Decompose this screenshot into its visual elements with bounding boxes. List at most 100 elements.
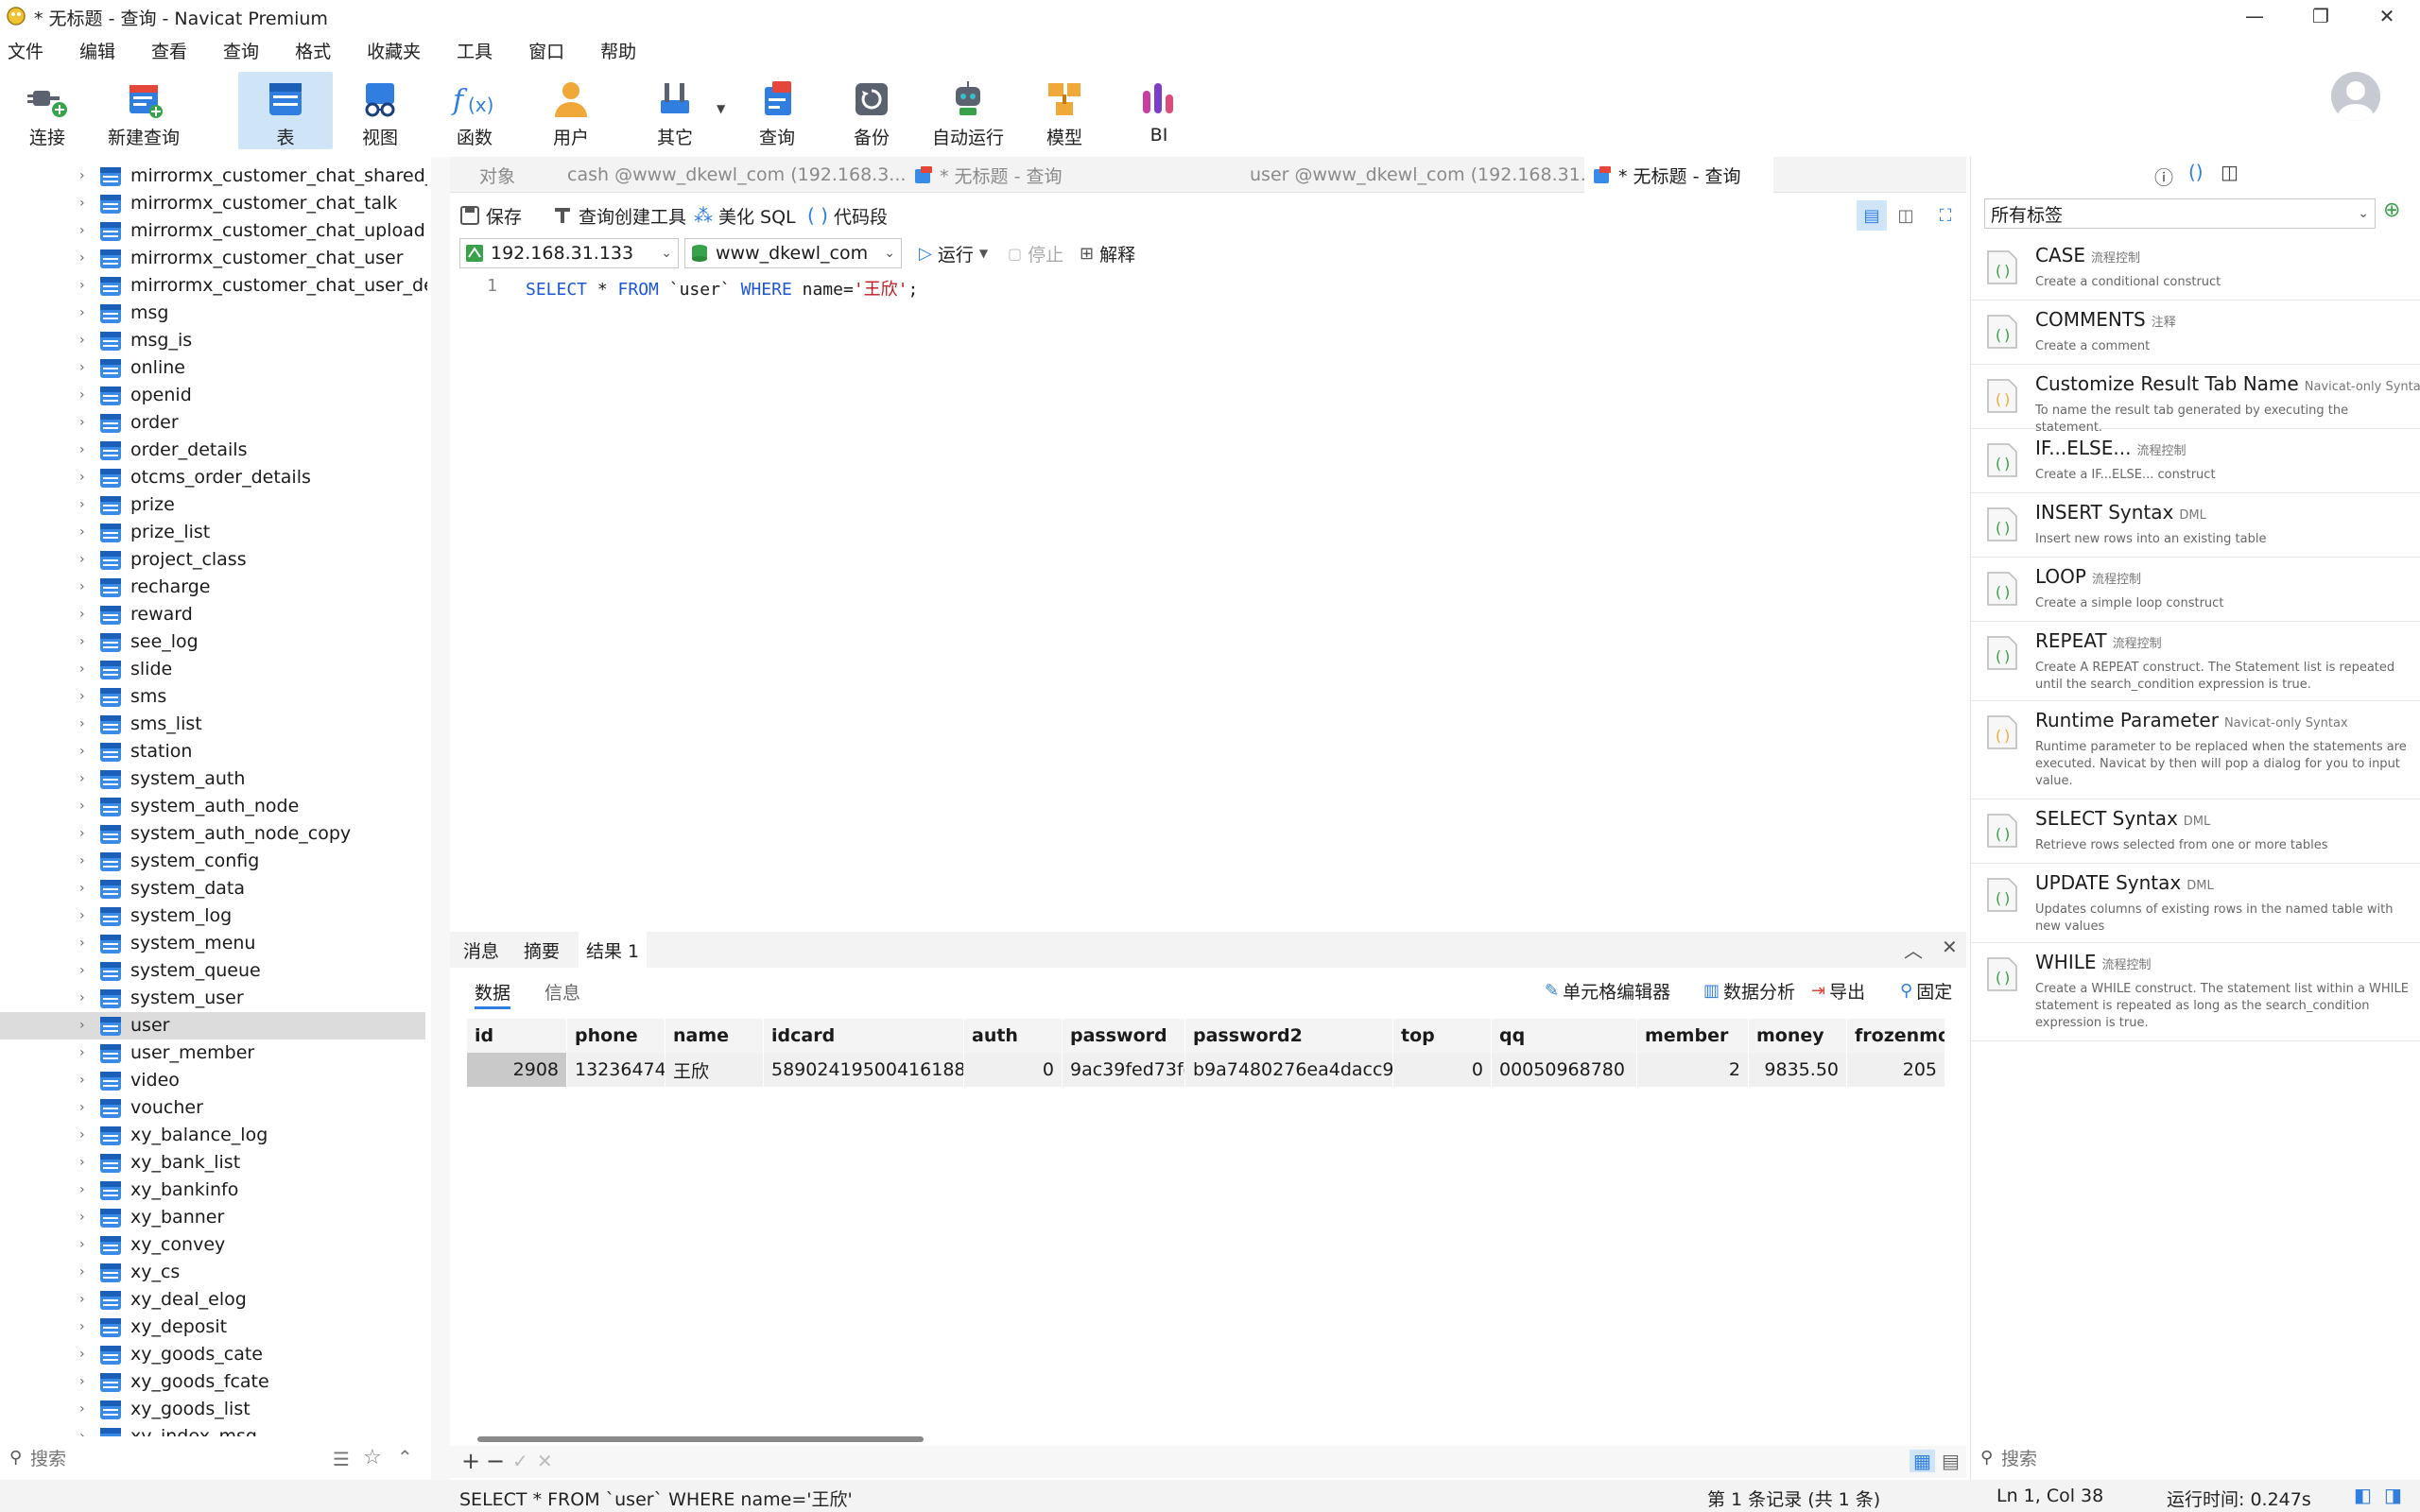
chevron-right-icon[interactable]: › bbox=[79, 908, 93, 923]
snippet-item[interactable]: () WHILE 流程控制 Create a WHILE construct. The… bbox=[1971, 943, 2420, 1041]
columns-icon[interactable]: ◫ bbox=[2221, 161, 2238, 183]
column-header-password[interactable]: password bbox=[1063, 1019, 1185, 1053]
snippet-item[interactable]: () COMMENTS 注释 Create a comment bbox=[1971, 301, 2420, 365]
column-header-id[interactable]: id bbox=[467, 1019, 567, 1053]
cell-auth[interactable]: 0 bbox=[964, 1053, 1063, 1087]
sidebar-item-user[interactable]: › user bbox=[0, 1012, 425, 1040]
column-header-name[interactable]: name bbox=[666, 1019, 764, 1053]
column-header-money[interactable]: money bbox=[1749, 1019, 1847, 1053]
other-button[interactable]: 其它 bbox=[628, 72, 722, 149]
export-button[interactable]: ⇥ 导出 bbox=[1811, 975, 1865, 1005]
maximize-button[interactable]: ❐ bbox=[2288, 0, 2354, 32]
sidebar-item-xy-index-msg[interactable]: › xy_index_msg bbox=[0, 1423, 425, 1436]
add-snippet-icon[interactable]: ⊕ bbox=[2383, 198, 2400, 222]
sidebar-item-xy-cs[interactable]: › xy_cs bbox=[0, 1259, 425, 1286]
sidebar-divider[interactable] bbox=[431, 157, 450, 1480]
apply-icon[interactable]: ✓ bbox=[512, 1450, 528, 1472]
sidebar-item-msg[interactable]: › msg bbox=[0, 300, 425, 327]
minimize-button[interactable]: — bbox=[2221, 0, 2288, 32]
snippet-item[interactable]: () REPEAT 流程控制 Create A REPEAT construct. T… bbox=[1971, 622, 2420, 701]
sidebar-item-system-user[interactable]: › system_user bbox=[0, 985, 425, 1012]
column-header-auth[interactable]: auth bbox=[964, 1019, 1063, 1053]
chevron-right-icon[interactable]: › bbox=[79, 1292, 93, 1307]
table-row[interactable]: 2908 13236474... 王欣 58902419500416188X 0… bbox=[467, 1053, 1945, 1087]
pin-button[interactable]: ⚲ 固定 bbox=[1900, 975, 1952, 1005]
chevron-right-icon[interactable]: › bbox=[79, 250, 93, 266]
cell-editor-button[interactable]: ✎ 单元格编辑器 bbox=[1545, 975, 1670, 1005]
chevron-right-icon[interactable]: › bbox=[79, 1319, 93, 1334]
chevron-right-icon[interactable]: › bbox=[79, 415, 93, 430]
sidebar-item-mirrormx-customer-chat-shared-file[interactable]: › mirrormx_customer_chat_shared_file bbox=[0, 163, 427, 190]
filter-icon[interactable]: ☰ bbox=[333, 1448, 350, 1470]
tab-user-table[interactable]: user @www_dkewl_com (192.168.31... bbox=[1235, 157, 1598, 193]
sidebar-item-otcms-order-details[interactable]: › otcms_order_details bbox=[0, 464, 425, 491]
chevron-right-icon[interactable]: › bbox=[79, 963, 93, 978]
sidebar-item-see-log[interactable]: › see_log bbox=[0, 628, 425, 656]
sidebar-item-prize[interactable]: › prize bbox=[0, 491, 425, 519]
sidebar-item-xy-deal-elog[interactable]: › xy_deal_elog bbox=[0, 1286, 425, 1314]
sidebar-item-system-data[interactable]: › system_data bbox=[0, 875, 425, 902]
avatar[interactable] bbox=[2331, 72, 2380, 121]
column-header-member[interactable]: member bbox=[1637, 1019, 1749, 1053]
grid-view-icon[interactable]: ▦ bbox=[1910, 1450, 1935, 1472]
info-icon[interactable]: ⓘ bbox=[2154, 163, 2173, 190]
query-button[interactable]: 查询 bbox=[730, 72, 824, 149]
chevron-right-icon[interactable]: › bbox=[79, 1155, 93, 1170]
sidebar-item-xy-balance-log[interactable]: › xy_balance_log bbox=[0, 1122, 425, 1149]
chevron-right-icon[interactable]: › bbox=[79, 387, 93, 403]
sidebar-item-online[interactable]: › online bbox=[0, 354, 425, 382]
menu-window[interactable]: 窗口 bbox=[521, 38, 579, 63]
menu-favorites[interactable]: 收藏夹 bbox=[359, 38, 436, 63]
chevron-right-icon[interactable]: › bbox=[79, 497, 93, 512]
user-button[interactable]: 用户 bbox=[524, 72, 618, 149]
tab-untitled-query-2[interactable]: * 无标题 - 查询 bbox=[1584, 157, 1773, 193]
sidebar-item-system-auth-node-copy[interactable]: › system_auth_node_copy bbox=[0, 820, 425, 848]
chevron-right-icon[interactable]: › bbox=[79, 716, 93, 731]
chevron-right-icon[interactable]: › bbox=[79, 1374, 93, 1389]
backup-button[interactable]: 备份 bbox=[824, 72, 919, 149]
chevron-right-icon[interactable]: › bbox=[79, 360, 93, 375]
sidebar-item-mirrormx-customer-chat-user[interactable]: › mirrormx_customer_chat_user bbox=[0, 245, 425, 272]
sidebar-item-system-auth[interactable]: › system_auth bbox=[0, 765, 425, 793]
snippet-search-input[interactable] bbox=[2001, 1446, 2379, 1472]
tab-result-1[interactable]: 结果 1 bbox=[579, 932, 648, 968]
query-builder-button[interactable]: 查询创建工具 bbox=[552, 200, 686, 231]
tab-untitled-query-1[interactable]: * 无标题 - 查询 bbox=[904, 157, 1235, 193]
layout-editor-toggle[interactable]: ▤ bbox=[1857, 200, 1887, 231]
close-panel-icon[interactable]: ✕ bbox=[1942, 936, 1958, 958]
sidebar-item-xy-banner[interactable]: › xy_banner bbox=[0, 1204, 425, 1231]
tab-messages[interactable]: 消息 bbox=[463, 937, 499, 963]
add-row-icon[interactable]: + bbox=[461, 1448, 480, 1474]
sidebar-item-system-queue[interactable]: › system_queue bbox=[0, 957, 425, 985]
sidebar-item-station[interactable]: › station bbox=[0, 738, 425, 765]
cell-qq[interactable]: 00050968780 bbox=[1492, 1053, 1637, 1087]
subtab-info[interactable]: 信息 bbox=[544, 979, 580, 1005]
cell-money[interactable]: 9835.50 bbox=[1749, 1053, 1847, 1087]
sidebar-item-msg-is[interactable]: › msg_is bbox=[0, 327, 425, 354]
chevron-right-icon[interactable]: › bbox=[79, 1100, 93, 1115]
table-button[interactable]: 表 bbox=[238, 72, 333, 149]
tab-summary[interactable]: 摘要 bbox=[524, 937, 560, 963]
sidebar-item-video[interactable]: › video bbox=[0, 1067, 425, 1094]
menu-file[interactable]: 文件 bbox=[0, 38, 59, 63]
sidebar-item-xy-goods-fcate[interactable]: › xy_goods_fcate bbox=[0, 1368, 425, 1396]
sidebar-item-project-class[interactable]: › project_class bbox=[0, 546, 425, 574]
snippet-item[interactable]: () CASE 流程控制 Create a conditional construct bbox=[1971, 236, 2420, 301]
discard-icon[interactable]: ✕ bbox=[537, 1450, 553, 1472]
chevron-right-icon[interactable]: › bbox=[79, 1264, 93, 1280]
chevron-right-icon[interactable]: › bbox=[79, 196, 93, 211]
chevron-right-icon[interactable]: › bbox=[79, 744, 93, 759]
chevron-right-icon[interactable]: › bbox=[79, 853, 93, 868]
chevron-right-icon[interactable]: › bbox=[79, 662, 93, 677]
chevron-right-icon[interactable]: › bbox=[79, 168, 93, 183]
beautify-sql-button[interactable]: ⁂ 美化 SQL bbox=[694, 200, 796, 231]
chevron-right-icon[interactable]: › bbox=[79, 305, 93, 320]
chevron-right-icon[interactable]: › bbox=[79, 936, 93, 951]
run-dropdown-icon[interactable]: ▼ bbox=[979, 247, 988, 260]
menu-edit[interactable]: 编辑 bbox=[72, 38, 130, 63]
chevron-right-icon[interactable]: › bbox=[79, 552, 93, 567]
sidebar-item-mirrormx-customer-chat-user-depa[interactable]: › mirrormx_customer_chat_user_depa bbox=[0, 272, 427, 300]
chevron-right-icon[interactable]: › bbox=[79, 1073, 93, 1088]
view-button[interactable]: 视图 bbox=[333, 72, 427, 149]
toggle-left-panel-icon[interactable]: ◧ bbox=[2354, 1484, 2372, 1506]
